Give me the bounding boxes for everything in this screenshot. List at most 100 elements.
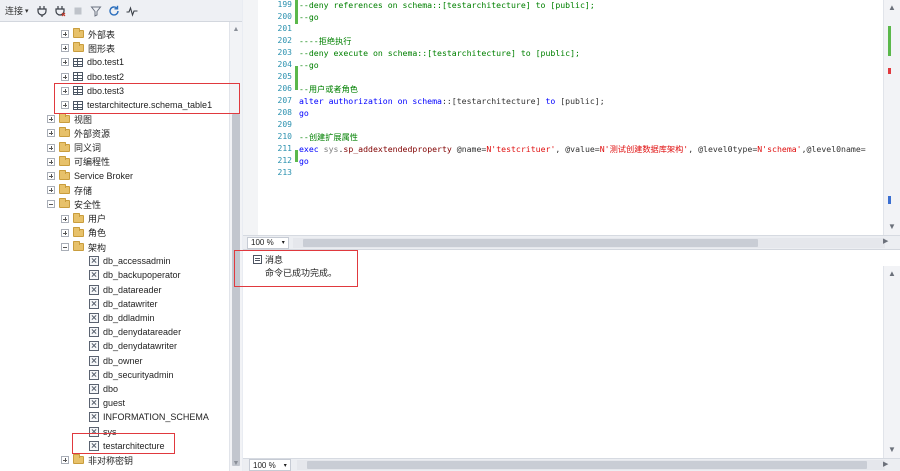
tree-item[interactable]: testarchitecture.schema_table1 xyxy=(61,98,212,112)
editor-zoom-select[interactable]: 100 % ▾ xyxy=(247,236,289,249)
editor-gutter xyxy=(243,0,258,235)
tree-item[interactable]: 外部表 xyxy=(61,27,115,41)
results-horizontal-scrollbar[interactable] xyxy=(297,460,885,470)
tree-item[interactable]: dbo.test2 xyxy=(61,70,124,84)
expand-toggle-icon[interactable] xyxy=(61,214,69,223)
results-hscroll-thumb[interactable] xyxy=(307,461,867,469)
expand-toggle-icon[interactable] xyxy=(61,101,69,109)
expand-toggle-icon[interactable] xyxy=(61,228,69,237)
code-line[interactable]: --deny references on schema::[testarchit… xyxy=(299,0,595,11)
tree-item-label: 视图 xyxy=(74,114,93,125)
tab-messages-label: 消息 xyxy=(265,255,284,265)
expand-toggle-icon[interactable] xyxy=(61,30,69,38)
tree-item[interactable]: db_securityadmin xyxy=(89,368,174,382)
tree-item[interactable]: 安全性 xyxy=(47,197,101,211)
collapse-toggle-icon[interactable] xyxy=(47,200,55,209)
activity-monitor-icon[interactable] xyxy=(125,4,139,18)
results-zoom-select[interactable]: 100 % ▾ xyxy=(249,459,291,471)
line-numbers: 199 200 201 202 203 204 205 206 207 208 209 210 211 2… xyxy=(258,0,294,235)
refresh-icon[interactable] xyxy=(107,4,121,18)
tree-item[interactable]: db_ddladmin xyxy=(89,311,155,325)
scroll-down-arrow-icon[interactable]: ▼ xyxy=(230,458,242,470)
connect-button[interactable]: 连接 ▾ xyxy=(3,3,31,19)
code-line[interactable]: --用户或者角色 xyxy=(299,83,358,95)
tree-item[interactable]: 外部资源 xyxy=(47,126,110,140)
tree-item[interactable]: 同义词 xyxy=(47,141,101,155)
tree-item[interactable]: db_datareader xyxy=(89,283,162,297)
scroll-up-arrow-icon[interactable]: ▲ xyxy=(886,268,898,280)
tree-item[interactable]: sys xyxy=(89,425,117,439)
tree-item[interactable]: dbo xyxy=(89,382,118,396)
tree-item[interactable]: Service Broker xyxy=(47,169,133,183)
tree-item-label: 同义词 xyxy=(74,143,102,154)
folder-icon xyxy=(73,454,84,464)
code-line[interactable]: alter authorization on schema::[testarch… xyxy=(299,95,605,107)
scroll-down-arrow-icon[interactable]: ▼ xyxy=(886,444,898,456)
disconnect-icon[interactable] xyxy=(53,4,67,18)
tree-scrollbar-thumb[interactable] xyxy=(232,114,240,466)
expand-toggle-icon[interactable] xyxy=(61,456,69,464)
tree-item[interactable]: dbo.test1 xyxy=(61,55,124,69)
expand-toggle-icon[interactable] xyxy=(61,44,69,53)
sql-code-area[interactable]: --deny references on schema::[testarchit… xyxy=(299,0,883,235)
code-line[interactable]: go xyxy=(299,107,309,119)
tree-item[interactable]: 存储 xyxy=(47,183,92,197)
code-line[interactable]: exec sys.sp_addextendedproperty @name=N'… xyxy=(299,143,866,155)
code-line[interactable]: go xyxy=(299,155,309,167)
position-marker xyxy=(888,196,891,204)
tree-item[interactable]: INFORMATION_SCHEMA xyxy=(89,410,209,424)
code-token: go xyxy=(299,156,309,166)
tree-item[interactable]: guest xyxy=(89,396,125,410)
folder-icon xyxy=(59,184,70,195)
scroll-down-arrow-icon[interactable]: ▼ xyxy=(886,221,898,233)
tree-item[interactable]: db_denydatawriter xyxy=(89,339,177,353)
tree-item[interactable]: db_accessadmin xyxy=(89,254,171,268)
tree-item[interactable]: dbo.test3 xyxy=(61,84,124,98)
tree-item[interactable]: 非对称密钥 xyxy=(61,453,133,467)
tree-item[interactable]: 用户 xyxy=(61,212,106,226)
code-line[interactable]: --创建扩展属性 xyxy=(299,131,358,143)
code-token: ,@level0name= xyxy=(801,144,866,154)
tree-item[interactable]: 架构 xyxy=(61,240,106,254)
expand-toggle-icon[interactable] xyxy=(47,143,55,152)
code-line[interactable]: ----拒绝执行 xyxy=(299,35,351,47)
tree-item[interactable]: db_datawriter xyxy=(89,297,158,311)
scroll-up-arrow-icon[interactable]: ▲ xyxy=(886,2,898,14)
tree-item-label: 外部资源 xyxy=(74,128,111,139)
scroll-right-arrow-icon[interactable]: ▶ xyxy=(883,460,888,468)
filter-icon[interactable] xyxy=(89,4,103,18)
tree-item[interactable]: 可编程性 xyxy=(47,155,110,169)
code-line[interactable]: --deny execute on schema::[testarchitect… xyxy=(299,47,580,59)
expand-toggle-icon[interactable] xyxy=(47,157,55,166)
tree-scrollbar[interactable]: ▲ ▼ xyxy=(229,22,242,471)
stop-icon[interactable] xyxy=(71,4,85,18)
editor-vertical-scrollbar[interactable]: ▲ ▼ xyxy=(883,0,900,235)
expand-toggle-icon[interactable] xyxy=(61,72,69,81)
tree-item[interactable]: testarchitecture xyxy=(89,439,165,453)
collapse-toggle-icon[interactable] xyxy=(61,243,69,251)
code-line[interactable]: --go xyxy=(299,59,319,71)
editor-horizontal-scrollbar[interactable] xyxy=(293,238,885,248)
expand-toggle-icon[interactable] xyxy=(47,115,55,124)
expand-toggle-icon[interactable] xyxy=(61,86,69,95)
tree-item[interactable]: 图形表 xyxy=(61,41,115,55)
expand-toggle-icon[interactable] xyxy=(47,129,55,138)
expand-toggle-icon[interactable] xyxy=(47,186,55,195)
tree-item[interactable]: 视图 xyxy=(47,112,92,126)
tree-item[interactable]: db_owner xyxy=(89,354,143,368)
tree-item-label: dbo.test2 xyxy=(87,71,125,82)
tree-item[interactable]: 角色 xyxy=(61,226,106,240)
connect-plug-icon[interactable] xyxy=(35,4,49,18)
code-token: ::[testarchitecture] xyxy=(441,96,546,106)
tree-item[interactable]: db_backupoperator xyxy=(89,268,181,282)
tab-messages[interactable]: 消息 xyxy=(253,253,283,266)
editor-hscroll-thumb[interactable] xyxy=(303,239,758,247)
expand-toggle-icon[interactable] xyxy=(47,172,55,180)
code-line[interactable]: --go xyxy=(299,11,319,23)
tree-item[interactable]: db_denydatareader xyxy=(89,325,181,339)
scroll-right-arrow-icon[interactable]: ▶ xyxy=(883,237,888,245)
scroll-up-arrow-icon[interactable]: ▲ xyxy=(230,24,242,36)
results-vertical-scrollbar[interactable]: ▲ ▼ xyxy=(883,266,900,459)
query-editor[interactable]: 199 200 201 202 203 204 205 206 207 208 209 210 211 2… xyxy=(243,0,900,235)
expand-toggle-icon[interactable] xyxy=(61,58,69,67)
